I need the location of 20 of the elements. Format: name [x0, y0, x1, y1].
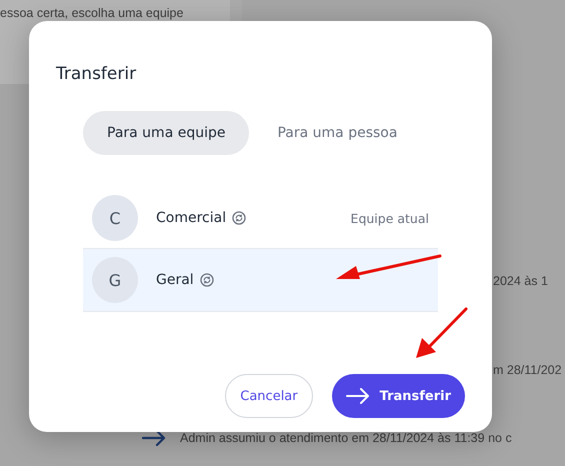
- current-team-label: Equipe atual: [350, 210, 429, 226]
- tab[interactable]: Para uma equipe: [83, 111, 250, 155]
- team-avatar: G: [92, 257, 138, 303]
- dialog-title: Transferir: [56, 64, 138, 84]
- event-text: Admin assumiu o atendimento em 28/11/2024 às 11:39 no c: [180, 430, 512, 446]
- cancel-button[interactable]: Cancelar: [225, 374, 313, 418]
- sync-icon: [232, 211, 246, 225]
- transfer-button[interactable]: Transferir: [332, 374, 465, 418]
- team-avatar: C: [92, 195, 138, 241]
- background-text: 2024 às 1: [493, 274, 548, 288]
- arrow-right-icon: [142, 430, 166, 446]
- team-row[interactable]: G Geral: [83, 249, 438, 312]
- sync-icon: [200, 273, 214, 287]
- background-text: m 28/11/202: [493, 363, 562, 377]
- arrow-right-icon: [346, 388, 370, 404]
- team-name: Geral: [156, 272, 194, 288]
- team-name: Comercial: [156, 210, 226, 226]
- tab[interactable]: Para uma pessoa: [253, 111, 422, 155]
- annotation-arrow: [414, 306, 470, 360]
- background-text: essoa certa, escolha uma equipe: [0, 6, 184, 20]
